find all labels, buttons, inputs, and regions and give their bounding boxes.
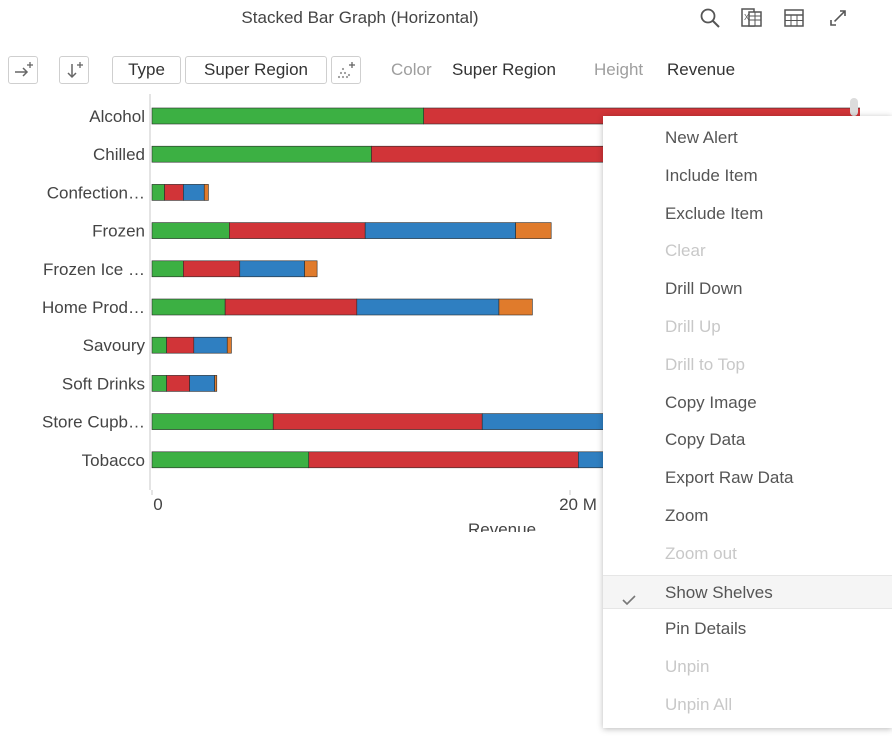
- bar-segment[interactable]: [229, 222, 366, 239]
- bar-segment[interactable]: [151, 222, 230, 239]
- menu-item-zoom[interactable]: Zoom: [603, 499, 892, 533]
- bar-segment[interactable]: [183, 260, 241, 278]
- x-tick-label: 20 M: [559, 495, 597, 514]
- type-pill[interactable]: Type: [112, 56, 181, 84]
- bar-segment[interactable]: [515, 222, 552, 239]
- context-menu: New Alert Include Item Exclude Item Clear Dr…: [603, 116, 892, 728]
- category-label: Store Cupb…: [42, 413, 145, 432]
- menu-item-label: Exclude Item: [665, 203, 764, 223]
- category-label: Savoury: [83, 336, 146, 355]
- menu-item-drill-down[interactable]: Drill Down: [603, 272, 892, 306]
- category-label: Confection…: [47, 183, 145, 202]
- menu-item-label: Include Item: [665, 165, 758, 185]
- menu-item-label: Drill to Top: [665, 354, 745, 374]
- bar-segment[interactable]: [214, 375, 218, 392]
- menu-item-zoom-out: Zoom out: [603, 537, 892, 571]
- menu-item-label: Copy Data: [665, 430, 746, 450]
- bar-segment[interactable]: [151, 145, 372, 163]
- bar-segment[interactable]: [151, 375, 167, 392]
- bar-segment[interactable]: [166, 375, 190, 392]
- category-label: Frozen: [92, 222, 145, 241]
- menu-item-copy-image[interactable]: Copy Image: [603, 386, 892, 420]
- sort-vertical-icon: [67, 62, 83, 79]
- bar-segment[interactable]: [224, 298, 358, 316]
- search-icon[interactable]: [698, 6, 722, 30]
- x-tick-label: 0: [153, 495, 162, 514]
- bar-segment[interactable]: [151, 451, 310, 469]
- menu-item-unpin-all: Unpin All: [603, 688, 892, 722]
- menu-item-label: Pin Details: [665, 619, 747, 639]
- expand-icon[interactable]: [826, 6, 850, 30]
- color-shelf-label: Color: [391, 60, 432, 79]
- menu-item-drill-to-top: Drill to Top: [603, 348, 892, 382]
- bar-segment[interactable]: [272, 413, 483, 430]
- menu-item-copy-data[interactable]: Copy Data: [603, 423, 892, 457]
- menu-item-new-alert[interactable]: New Alert: [603, 121, 892, 155]
- menu-item-label: Unpin All: [665, 695, 733, 714]
- bar-segment[interactable]: [164, 184, 184, 201]
- height-shelf-label: Height: [594, 60, 644, 79]
- bar-segment[interactable]: [151, 413, 274, 430]
- sort-horizontal-button[interactable]: [8, 56, 38, 84]
- excel-export-icon[interactable]: X: [740, 6, 764, 30]
- category-label: Soft Drinks: [62, 374, 145, 393]
- bar-segment[interactable]: [364, 222, 516, 239]
- menu-item-label: Export Raw Data: [665, 468, 794, 488]
- bar-segment[interactable]: [166, 336, 195, 354]
- menu-item-export-raw-data[interactable]: Export Raw Data: [603, 461, 892, 495]
- menu-item-label: Zoom: [665, 506, 709, 525]
- menu-item-drill-up: Drill Up: [603, 310, 892, 344]
- bar-segment[interactable]: [151, 336, 167, 354]
- x-axis-title: Revenue: [468, 520, 536, 532]
- sort-horizontal-icon: [15, 62, 33, 77]
- vertical-scrollbar[interactable]: [850, 98, 858, 116]
- height-shelf-value[interactable]: Revenue: [667, 56, 735, 84]
- table-icon[interactable]: [782, 6, 806, 30]
- bar-segment[interactable]: [151, 184, 165, 201]
- category-label: Tobacco: [82, 451, 145, 470]
- scatter-add-button[interactable]: [331, 56, 361, 84]
- category-label: Alcohol: [89, 107, 145, 126]
- menu-item-label: Drill Down: [665, 279, 743, 299]
- super-region-pill[interactable]: Super Region: [185, 56, 327, 84]
- menu-item-clear: Clear: [603, 234, 892, 268]
- menu-item-include-item[interactable]: Include Item: [603, 159, 892, 193]
- menu-item-label: Unpin: [665, 657, 710, 677]
- svg-text:X: X: [744, 13, 750, 22]
- category-label: Frozen Ice …: [43, 260, 145, 279]
- menu-item-label: New Alert: [665, 128, 738, 147]
- bar-segment[interactable]: [183, 184, 205, 201]
- scatter-add-icon: [337, 62, 355, 79]
- bar-segment[interactable]: [203, 184, 209, 201]
- bar-segment[interactable]: [193, 336, 228, 354]
- category-label: Chilled: [93, 145, 145, 164]
- bar-segment[interactable]: [498, 298, 533, 316]
- bar-segment[interactable]: [356, 298, 500, 316]
- bar-segment[interactable]: [189, 375, 215, 392]
- menu-item-label: Zoom out: [665, 543, 737, 563]
- bar-segment[interactable]: [151, 107, 425, 125]
- bar-segment[interactable]: [304, 260, 318, 278]
- category-label: Home Prod…: [42, 298, 145, 317]
- menu-item-exclude-item[interactable]: Exclude Item: [603, 197, 892, 231]
- menu-item-label: Clear: [665, 241, 706, 261]
- menu-item-unpin: Unpin: [603, 650, 892, 684]
- menu-item-label: Copy Image: [665, 392, 757, 412]
- chart-title: Stacked Bar Graph (Horizontal): [241, 8, 479, 27]
- color-shelf-value[interactable]: Super Region: [452, 56, 556, 84]
- menu-item-show-shelves[interactable]: Show Shelves: [603, 574, 892, 609]
- bar-segment[interactable]: [151, 298, 226, 316]
- bar-segment[interactable]: [151, 260, 184, 278]
- menu-item-label: Show Shelves: [665, 582, 773, 602]
- menu-item-label: Drill Up: [665, 317, 721, 336]
- menu-item-pin-details[interactable]: Pin Details: [603, 612, 892, 646]
- bar-segment[interactable]: [226, 336, 232, 354]
- bar-segment[interactable]: [308, 451, 579, 469]
- bar-segment[interactable]: [239, 260, 305, 278]
- sort-vertical-button[interactable]: [59, 56, 89, 84]
